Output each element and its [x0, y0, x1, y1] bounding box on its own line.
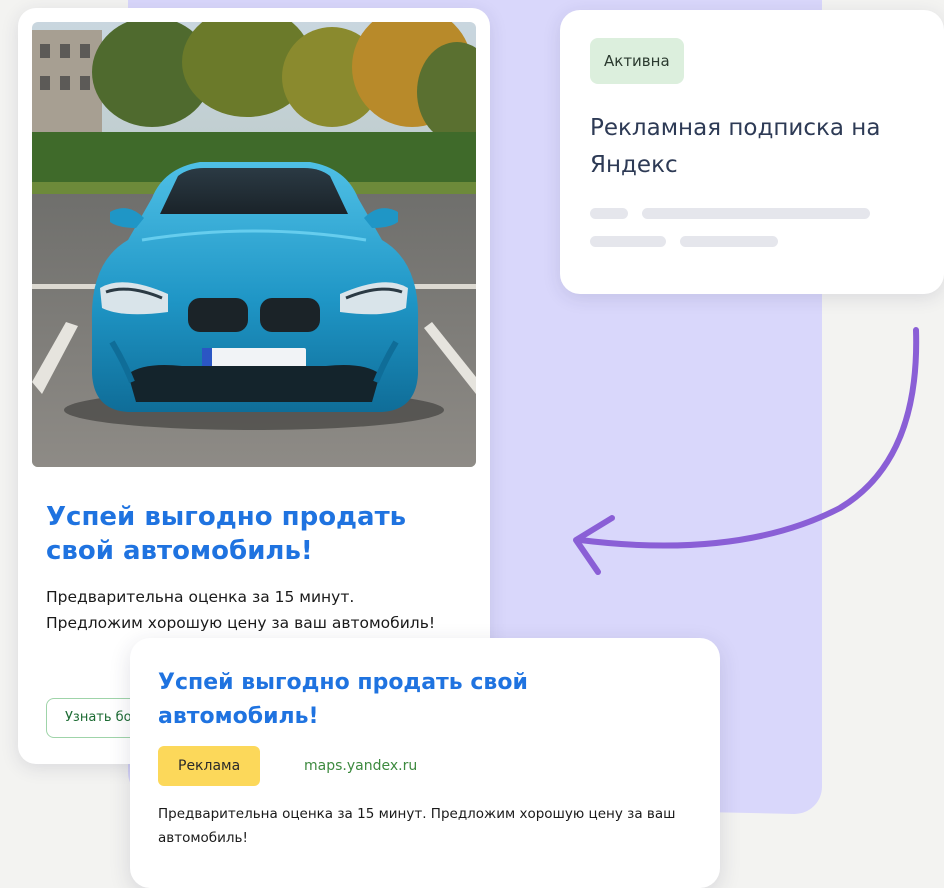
curved-arrow-icon: [573, 327, 920, 575]
skeleton-line: [642, 208, 870, 219]
car-photo: [32, 22, 476, 467]
ad-label-badge: Реклама: [158, 746, 261, 786]
status-badge: Активна: [590, 38, 684, 84]
skeleton-line: [590, 208, 628, 219]
ad-description: Предварительна оценка за 15 минут. Предл…: [46, 588, 436, 632]
skeleton-line: [680, 236, 778, 247]
ad-preview-card[interactable]: Успей выгодно продать свой автомобиль! Р…: [130, 638, 720, 888]
car-image-icon: [32, 22, 476, 467]
ad-preview-title[interactable]: Успей выгодно продать свой автомобиль!: [158, 666, 618, 734]
subscription-card: Активна Рекламная подписка на Яндекс: [560, 10, 944, 294]
ad-domain-link[interactable]: maps.yandex.ru: [304, 746, 417, 786]
skeleton-line: [590, 236, 666, 247]
ad-preview-description: Предварительна оценка за 15 минут. Предл…: [158, 806, 676, 846]
ad-title[interactable]: Успей выгодно продать свой автомобиль!: [46, 500, 466, 568]
subscription-title: Рекламная подписка на Яндекс: [590, 115, 881, 178]
